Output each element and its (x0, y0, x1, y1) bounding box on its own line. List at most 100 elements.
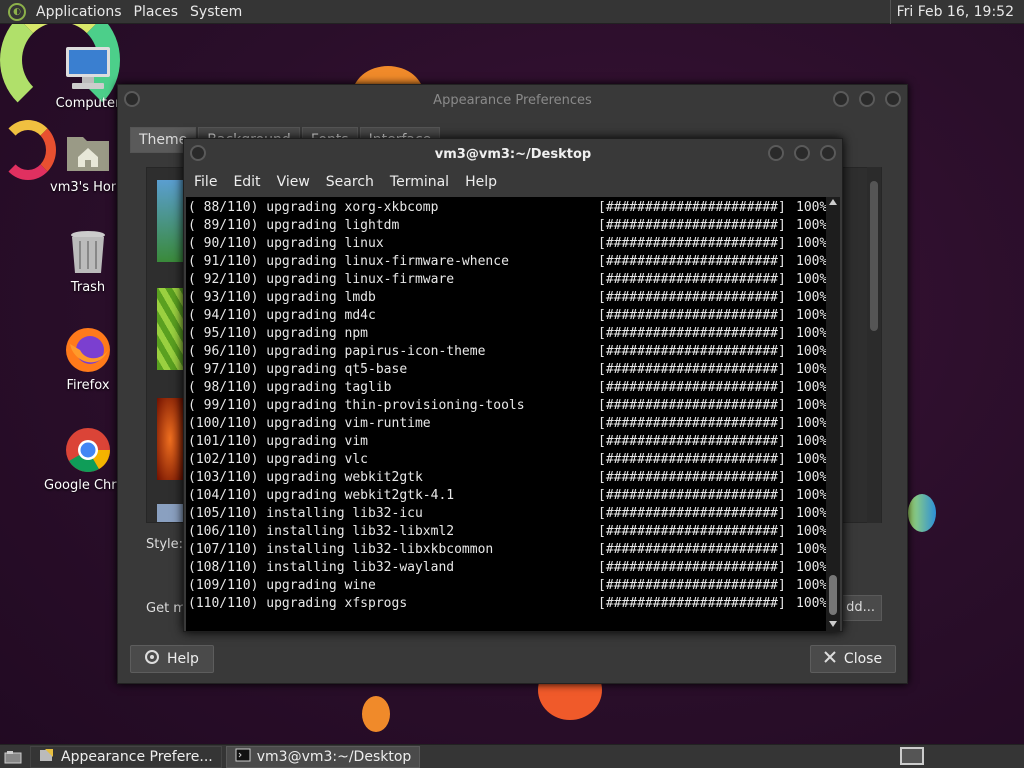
firefox-icon (64, 326, 112, 374)
menu-terminal[interactable]: Terminal (386, 174, 461, 190)
terminal-progress-bar: [######################] (598, 506, 786, 521)
close-window-button[interactable] (885, 91, 901, 107)
terminal-progress-percent: 100% (796, 524, 826, 539)
terminal-progress-percent: 100% (796, 344, 826, 359)
help-button[interactable]: Help (130, 645, 214, 673)
help-icon (145, 650, 160, 668)
terminal-line: (103/110) upgrading webkit2gtk [#########… (188, 469, 826, 487)
terminal-progress-bar: [######################] (598, 362, 786, 377)
maximize-button[interactable] (859, 91, 875, 107)
menu-help[interactable]: Help (461, 174, 509, 190)
taskbar-item-appearance[interactable]: Appearance Prefere... (30, 745, 222, 768)
window-titlebar[interactable]: vm3@vm3:~/Desktop (184, 139, 842, 169)
get-more-link[interactable]: Get m (146, 601, 186, 616)
desktop-icon-label: vm3's Home (50, 180, 116, 195)
terminal-progress-bar: [######################] (598, 542, 786, 557)
style-label: Style: (146, 537, 184, 552)
terminal-line-text: ( 99/110) upgrading thin-provisioning-to… (188, 398, 525, 413)
help-button-label: Help (167, 651, 199, 667)
terminal-progress-percent: 100% (796, 596, 826, 611)
wallpaper-thumbnail[interactable] (157, 504, 183, 522)
menu-file[interactable]: File (190, 174, 229, 190)
wallpaper-list-scrollbar[interactable] (867, 167, 881, 523)
wallpaper-thumbnail[interactable] (157, 180, 183, 262)
terminal-line: ( 96/110) upgrading papirus-icon-theme [#… (188, 343, 826, 361)
terminal-progress-percent: 100% (796, 470, 826, 485)
menu-places[interactable]: Places (128, 0, 185, 24)
menu-edit[interactable]: Edit (229, 174, 272, 190)
terminal-progress-bar: [######################] (598, 470, 786, 485)
window-title: vm3@vm3:~/Desktop (434, 146, 592, 162)
terminal-line-text: ( 88/110) upgrading xorg-xkbcomp (188, 200, 439, 215)
home-folder-icon (64, 128, 112, 176)
maximize-button[interactable] (794, 145, 810, 161)
terminal-progress-bar: [######################] (598, 290, 786, 305)
window-menu-button[interactable] (124, 91, 140, 107)
terminal-progress-bar: [######################] (598, 344, 786, 359)
scroll-down-icon[interactable] (829, 621, 837, 627)
terminal-line: (104/110) upgrading webkit2gtk-4.1 [#####… (188, 487, 826, 505)
terminal-line: ( 99/110) upgrading thin-provisioning-to… (188, 397, 826, 415)
bottom-panel: Appearance Prefere... vm3@vm3:~/Desktop (0, 744, 1024, 768)
terminal-line: ( 90/110) upgrading linux [##############… (188, 235, 826, 253)
wallpaper-shape (908, 494, 936, 532)
menu-system[interactable]: System (184, 0, 248, 24)
terminal-line-text: (107/110) installing lib32-libxkbcommon (188, 542, 494, 557)
terminal-line-text: ( 95/110) upgrading npm (188, 326, 369, 341)
window-menu-button[interactable] (190, 145, 206, 161)
close-window-button[interactable] (820, 145, 836, 161)
show-desktop-icon[interactable] (2, 748, 24, 766)
terminal-progress-bar: [######################] (598, 524, 786, 539)
terminal-line-text: ( 94/110) upgrading md4c (188, 308, 376, 323)
terminal-progress-percent: 100% (796, 218, 826, 233)
terminal-line-text: ( 89/110) upgrading lightdm (188, 218, 400, 233)
terminal-progress-percent: 100% (796, 560, 826, 575)
terminal-line-text: (100/110) upgrading vim-runtime (188, 416, 431, 431)
window-titlebar[interactable]: Appearance Preferences (118, 85, 907, 115)
terminal-line: (108/110) installing lib32-wayland [#####… (188, 559, 826, 577)
menu-applications[interactable]: Applications (30, 0, 128, 24)
close-icon (824, 651, 836, 667)
terminal-progress-percent: 100% (796, 236, 826, 251)
terminal-line-text: (109/110) upgrading wine (188, 578, 376, 593)
menu-search[interactable]: Search (322, 174, 386, 190)
menu-view[interactable]: View (273, 174, 322, 190)
panel-clock[interactable]: Fri Feb 16, 19:52 (889, 0, 1020, 24)
terminal-progress-percent: 100% (796, 416, 826, 431)
terminal-line-text: ( 90/110) upgrading linux (188, 236, 384, 251)
minimize-button[interactable] (768, 145, 784, 161)
wallpaper-thumbnail[interactable] (157, 398, 183, 480)
scroll-up-icon[interactable] (829, 199, 837, 205)
terminal-line: (101/110) upgrading vim [################… (188, 433, 826, 451)
terminal-line-text: ( 92/110) upgrading linux-firmware (188, 272, 455, 287)
terminal-output[interactable]: ( 88/110) upgrading xorg-xkbcomp [#######… (186, 197, 826, 631)
trash-icon (64, 228, 112, 276)
distro-logo-icon[interactable]: ◐ (8, 2, 26, 21)
terminal-progress-bar: [######################] (598, 434, 786, 449)
scrollbar-thumb[interactable] (829, 575, 837, 615)
terminal-progress-bar: [######################] (598, 578, 786, 593)
taskbar-item-label: vm3@vm3:~/Desktop (256, 748, 412, 765)
terminal-line-text: (102/110) upgrading vlc (188, 452, 369, 467)
close-button[interactable]: Close (810, 645, 896, 673)
close-button-label: Close (843, 651, 883, 667)
minimize-button[interactable] (833, 91, 849, 107)
wallpaper-shape (362, 696, 390, 732)
wallpaper-thumbnail[interactable] (157, 288, 183, 370)
terminal-progress-bar: [######################] (598, 272, 786, 287)
terminal-line-text: (106/110) installing lib32-libxml2 (188, 524, 455, 539)
terminal-line: (106/110) installing lib32-libxml2 [#####… (188, 523, 826, 541)
terminal-progress-percent: 100% (796, 290, 826, 305)
terminal-line: ( 92/110) upgrading linux-firmware [#####… (188, 271, 826, 289)
terminal-line-text: (105/110) installing lib32-icu (188, 506, 423, 521)
terminal-progress-percent: 100% (796, 380, 826, 395)
workspace-switcher[interactable] (900, 747, 924, 765)
terminal-menubar: File Edit View Search Terminal Help (184, 169, 842, 195)
terminal-progress-bar: [######################] (598, 326, 786, 341)
taskbar-item-terminal[interactable]: vm3@vm3:~/Desktop (225, 745, 421, 768)
terminal-window: vm3@vm3:~/Desktop File Edit View Search … (183, 138, 843, 632)
terminal-scrollbar[interactable] (826, 197, 840, 631)
terminal-progress-bar: [######################] (598, 416, 786, 431)
terminal-line-text: (104/110) upgrading webkit2gtk-4.1 (188, 488, 455, 503)
terminal-line: (100/110) upgrading vim-runtime [########… (188, 415, 826, 433)
